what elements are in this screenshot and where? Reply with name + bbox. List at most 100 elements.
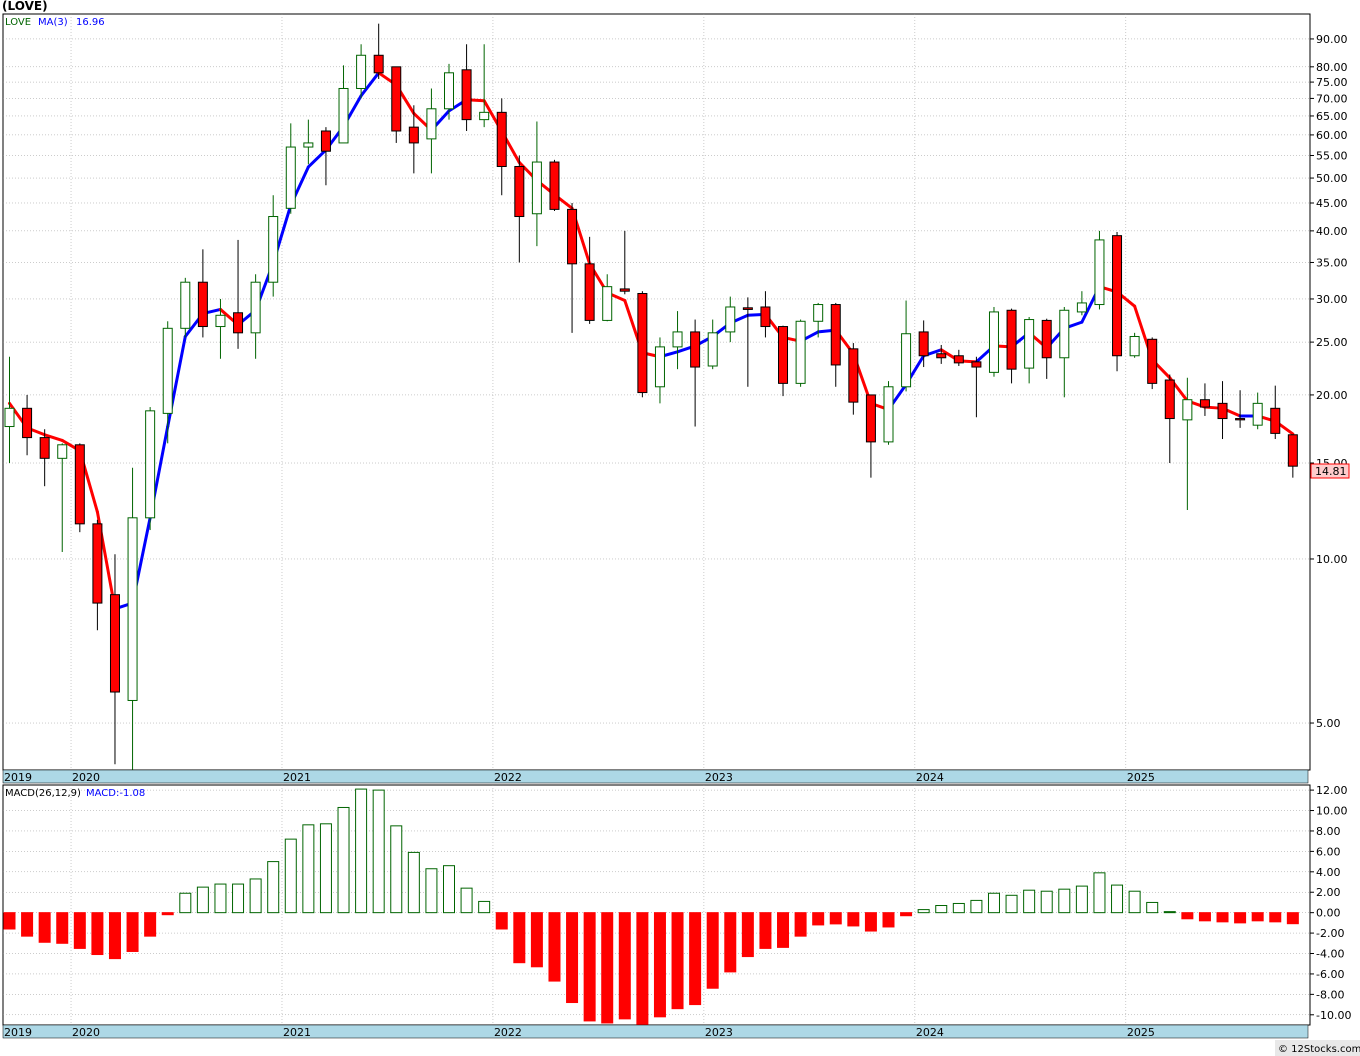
macd-bar (689, 912, 702, 1006)
macd-bar (566, 912, 579, 1004)
candle (145, 407, 156, 531)
macd-bar (618, 912, 631, 1020)
candle-body (531, 161, 542, 215)
price-tick-label: 80.00 (1316, 61, 1348, 74)
macd-bar (1286, 912, 1299, 925)
legend-macd-value: MACD:-1.08 (86, 788, 145, 799)
price-tick-label: 70.00 (1316, 92, 1348, 105)
price-tick-label: 60.00 (1316, 129, 1348, 142)
price-tick-label: 30.00 (1316, 293, 1348, 306)
macd-tick-label: 10.00 (1316, 805, 1348, 818)
candle-body (567, 208, 578, 265)
macd-bar (196, 886, 209, 914)
macd-bar (38, 912, 51, 943)
candle-body (426, 108, 437, 140)
macd-bar (372, 789, 385, 914)
legend-ticker: LOVE (5, 17, 31, 28)
candle-body (109, 594, 120, 693)
candle-body (1094, 239, 1105, 306)
candle-body (549, 161, 560, 210)
candle-body (936, 353, 947, 359)
candle-body (285, 146, 296, 209)
candle-body (145, 410, 156, 519)
candle-body (496, 111, 507, 168)
macd-bar (1146, 901, 1159, 914)
macd-year-label: 2019 (4, 1026, 32, 1039)
macd-bar (812, 912, 825, 926)
candle-body (654, 346, 665, 388)
candle-body (1270, 407, 1281, 434)
price-tick-label: 50.00 (1316, 172, 1348, 185)
candle (74, 443, 85, 533)
price-tick-label: 75.00 (1316, 76, 1348, 89)
candle (1147, 337, 1158, 390)
candle-body (408, 126, 419, 144)
candle-body (1217, 402, 1228, 420)
candle-body (619, 288, 630, 292)
macd-bar (1163, 911, 1176, 914)
macd-bar (1058, 888, 1071, 914)
candle (180, 277, 191, 338)
candle-body (197, 281, 208, 328)
candle-body (953, 355, 964, 364)
macd-bar (882, 912, 895, 928)
candle-body (1076, 302, 1087, 313)
macd-year-label: 2020 (72, 1026, 100, 1039)
candle-body (725, 306, 736, 333)
macd-bar (794, 912, 807, 937)
macd-bar (759, 912, 772, 949)
macd-bar (1181, 912, 1194, 920)
candle-body (672, 331, 683, 348)
macd-bar (460, 887, 473, 914)
price-panel (2, 13, 1311, 771)
macd-bar (495, 912, 508, 930)
macd-bar (671, 912, 684, 1010)
candle-body (338, 87, 349, 144)
macd-bar (108, 912, 121, 960)
price-year-label: 2022 (494, 771, 522, 784)
macd-bar (73, 912, 86, 949)
price-y-axis: 5.0010.0015.0020.0025.0030.0035.0040.004… (1310, 33, 1348, 730)
macd-bar (636, 912, 649, 1026)
macd-bar (548, 912, 561, 982)
macd-bar (425, 868, 438, 914)
candle-body (320, 130, 331, 152)
macd-bar (653, 912, 666, 1018)
macd-bar (91, 912, 104, 956)
macd-tick-label: 0.00 (1316, 907, 1341, 920)
price-tick-label: 10.00 (1316, 553, 1348, 566)
legend-ma-value: 16.96 (76, 17, 105, 28)
macd-tick-label: 6.00 (1316, 845, 1341, 858)
macd-bar (56, 912, 69, 944)
macd-bar (900, 912, 913, 917)
macd-bar (1005, 894, 1018, 914)
macd-bar (443, 865, 455, 914)
candle-body (918, 331, 929, 357)
price-tick-label: 55.00 (1316, 149, 1348, 162)
macd-bar (21, 912, 34, 937)
macd-tick-label: -4.00 (1316, 948, 1344, 961)
candle-body (479, 111, 490, 121)
candle-body (1041, 319, 1052, 359)
macd-bar (478, 900, 491, 914)
macd-bar (935, 905, 948, 914)
macd-bar (1111, 884, 1124, 914)
macd-year-label: 2021 (283, 1026, 311, 1039)
price-tick-label: 35.00 (1316, 256, 1348, 269)
candle-body (1199, 399, 1210, 408)
macd-tick-label: 12.00 (1316, 784, 1348, 797)
price-time-band (2, 769, 1309, 784)
candle-body (971, 361, 982, 368)
candle-body (303, 142, 314, 148)
macd-bar (513, 912, 526, 964)
candle-body (1147, 338, 1158, 384)
macd-bar (1198, 912, 1211, 922)
price-tick-label: 90.00 (1316, 33, 1348, 46)
candle (1094, 230, 1105, 310)
macd-bar (302, 824, 315, 914)
macd-bar (864, 912, 877, 932)
macd-bar (1075, 885, 1088, 914)
macd-bar (232, 883, 245, 914)
candle-body (760, 306, 771, 328)
macd-bar (179, 892, 192, 914)
